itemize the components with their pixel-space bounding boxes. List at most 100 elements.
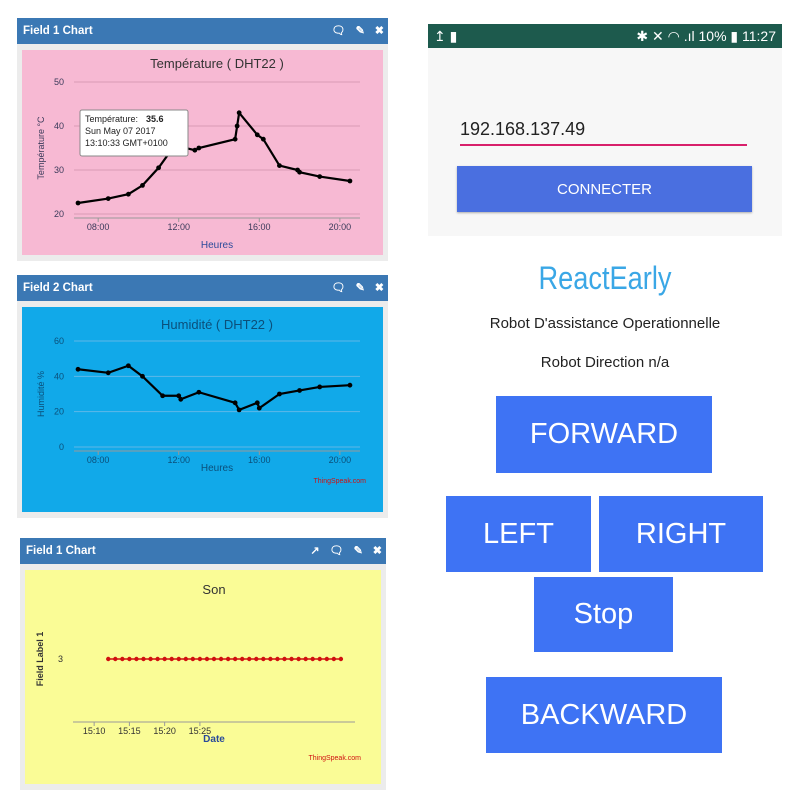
data-point <box>140 183 145 188</box>
x-tick-label: 12:00 <box>167 455 190 465</box>
thingspeak-credit: ThingSpeak.com <box>313 478 366 485</box>
status-left: ↥ ▮ <box>434 28 458 44</box>
y-tick-label: 3 <box>58 654 63 664</box>
phone-screen: ↥ ▮ ✱ ✕ ◠ .ıl 10% ▮ 11:27 CONNECTER <box>428 24 782 236</box>
chart-title: Humidité ( DHT22 ) <box>161 317 273 332</box>
x-axis-label: Date <box>203 734 225 745</box>
data-point <box>296 656 301 662</box>
data-point <box>148 656 153 662</box>
data-point <box>240 656 245 662</box>
tooltip-date: Sun May 07 2017 <box>85 126 156 136</box>
pencil-icon[interactable]: ✎ <box>354 538 363 564</box>
series-line <box>77 364 350 412</box>
x-tick-label: 12:00 <box>167 222 190 232</box>
data-point <box>236 110 242 116</box>
data-point <box>261 656 266 662</box>
data-point <box>297 388 302 393</box>
data-point <box>106 656 111 662</box>
data-point <box>317 174 323 179</box>
y-tick-label: 50 <box>54 77 64 87</box>
y-axis-label: Humidité % <box>36 371 46 417</box>
thingspeak-credit: ThingSpeak.com <box>308 755 361 762</box>
y-axis-label: Field Label 1 <box>35 632 45 687</box>
x-tick-label: 08:00 <box>87 222 110 232</box>
pencil-icon[interactable]: ✎ <box>356 275 365 301</box>
data-point <box>218 656 224 662</box>
left-button[interactable]: LEFT <box>446 496 591 572</box>
data-point <box>75 366 81 372</box>
temperature-panel: Field 1 Chart 🗨 ✎ ✖ Température ( DHT22 … <box>17 18 388 264</box>
temperature-chart: Température ( DHT22 ) 20 30 40 50 Température… <box>36 56 366 264</box>
y-tick-label: 40 <box>54 371 64 381</box>
data-point <box>211 656 217 662</box>
y-tick-label: 40 <box>54 121 64 131</box>
sound-panel: Field 1 Chart ↗ 🗨 ✎ ✖ Son 3 Field Label 1 1… <box>20 538 386 790</box>
y-axis-label: Température °C <box>36 116 46 180</box>
tooltip-time: 13:10:33 GMT+0100 <box>85 138 168 148</box>
data-point <box>303 656 308 662</box>
data-point <box>317 656 322 662</box>
humidity-panel: Field 2 Chart 🗨 ✎ ✖ Humidité ( DHT22 ) 0 2… <box>17 275 388 518</box>
stop-button[interactable]: Stop <box>534 577 673 652</box>
y-tick-label: 60 <box>54 336 64 346</box>
tooltip-label: Température: <box>85 114 138 124</box>
data-point <box>324 656 329 662</box>
data-point <box>289 656 294 662</box>
data-point <box>232 136 238 142</box>
data-point <box>347 382 353 388</box>
comment-icon[interactable]: 🗨 <box>332 18 346 44</box>
x-tick-label: 20:00 <box>329 222 352 232</box>
data-point <box>256 405 262 411</box>
app-subtitle: Robot D'assistance Operationnelle <box>489 315 721 332</box>
data-point <box>260 136 266 142</box>
data-point <box>338 656 344 662</box>
data-point <box>196 389 202 395</box>
data-point <box>141 656 146 662</box>
backward-button[interactable]: BACKWARD <box>486 677 722 753</box>
data-point <box>178 396 184 402</box>
data-point <box>234 123 240 129</box>
close-icon[interactable]: ✖ <box>375 275 384 301</box>
y-tick-label: 20 <box>54 407 64 417</box>
chart-title: Son <box>202 582 225 597</box>
humidity-chart: Humidité ( DHT22 ) 0 20 40 60 Humidité % 08:00… <box>36 317 366 485</box>
panel-title: Field 2 Chart <box>23 282 93 294</box>
data-point <box>310 656 315 662</box>
data-point <box>277 163 282 168</box>
data-point <box>204 656 210 662</box>
y-tick-label: 20 <box>54 209 64 219</box>
x-tick-label: 15:10 <box>83 726 106 736</box>
forward-button[interactable]: FORWARD <box>496 396 712 473</box>
data-point <box>176 656 181 662</box>
data-point <box>162 656 167 662</box>
chart-area: Son 3 Field Label 1 15:10 15:15 15:20 15:25 Dat… <box>25 570 381 784</box>
data-point <box>169 656 174 662</box>
external-link-icon[interactable]: ↗ <box>310 538 319 564</box>
data-point <box>192 147 198 153</box>
pencil-icon[interactable]: ✎ <box>356 18 365 44</box>
ip-address-input[interactable] <box>460 114 747 146</box>
data-point <box>347 178 353 184</box>
comment-icon[interactable]: 🗨 <box>332 275 346 301</box>
data-point <box>125 363 131 369</box>
data-point <box>160 393 166 399</box>
comment-icon[interactable]: 🗨 <box>330 538 344 564</box>
x-tick-label: 15:15 <box>118 726 141 736</box>
data-point <box>297 169 302 175</box>
robot-direction: Robot Direction n/a <box>540 354 670 371</box>
data-point <box>140 373 145 379</box>
data-point <box>127 656 132 662</box>
x-tick-label: 16:00 <box>248 222 271 232</box>
data-point <box>183 656 188 662</box>
panel-header: Field 1 Chart 🗨 ✎ ✖ <box>17 18 388 44</box>
connect-button[interactable]: CONNECTER <box>457 166 752 212</box>
x-tick-label: 08:00 <box>87 455 110 465</box>
data-point <box>155 656 160 662</box>
data-point <box>105 370 111 376</box>
data-point <box>197 656 203 662</box>
right-button[interactable]: RIGHT <box>599 496 763 572</box>
close-icon[interactable]: ✖ <box>373 538 382 564</box>
panel-title: Field 1 Chart <box>23 25 93 37</box>
close-icon[interactable]: ✖ <box>375 18 384 44</box>
status-bar: ↥ ▮ ✱ ✕ ◠ .ıl 10% ▮ 11:27 <box>428 24 782 48</box>
